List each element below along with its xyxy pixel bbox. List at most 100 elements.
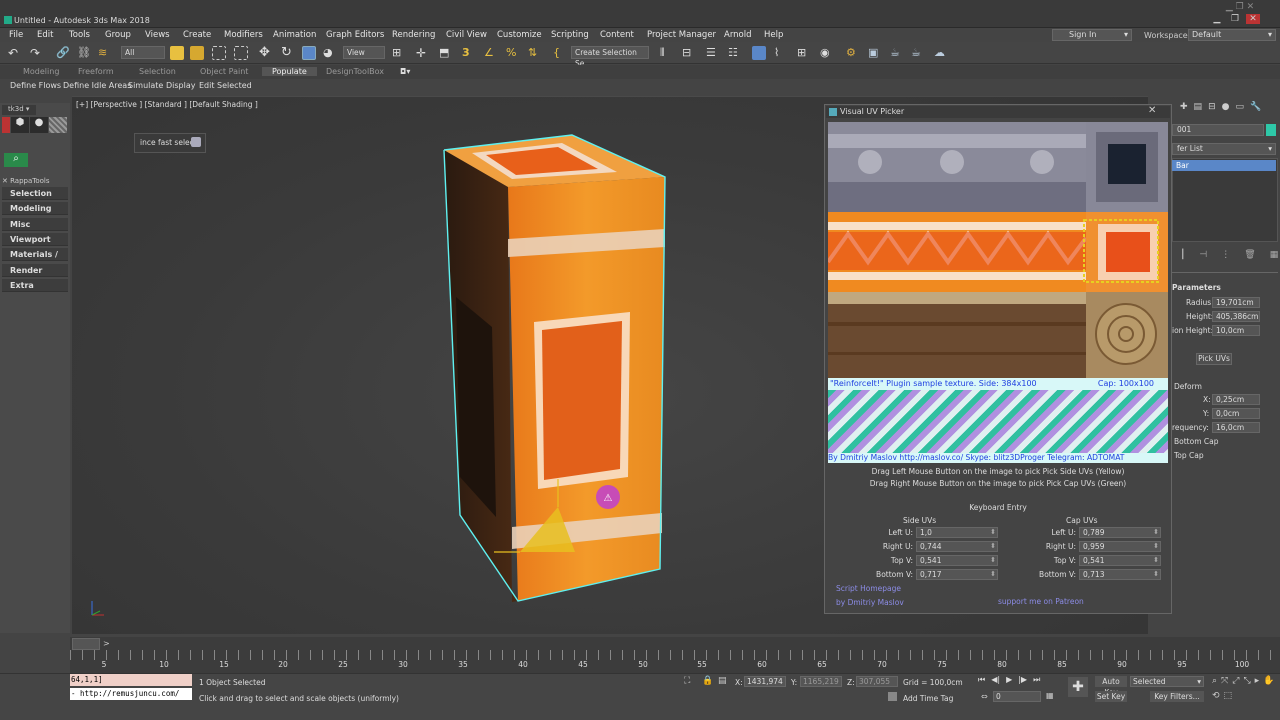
spinner-snap-icon[interactable]: ⇅ — [528, 46, 542, 60]
tab-modeling[interactable]: Modeling — [23, 67, 59, 76]
pick-uvs-button[interactable]: Pick UVs — [1196, 353, 1232, 365]
hierarchy-tab-icon[interactable]: ⊟ — [1208, 102, 1216, 116]
object-name-field[interactable]: 001 — [1172, 124, 1264, 136]
menu-group[interactable]: Group — [105, 30, 131, 40]
select-object-icon[interactable] — [170, 46, 184, 60]
y-coord-field[interactable]: 1165,219 — [800, 676, 842, 687]
script-homepage-link[interactable]: Script Homepage — [836, 584, 901, 593]
add-time-tag-button[interactable]: Add Time Tag — [903, 694, 953, 703]
create-tab-icon[interactable]: ✚ — [1180, 102, 1188, 116]
absolute-mode-icon[interactable]: ▤ — [718, 676, 727, 686]
select-manipulate-icon[interactable]: ✛ — [416, 46, 430, 60]
key-filters-button[interactable]: Key Filters... — [1150, 691, 1204, 702]
schematic-view-icon[interactable]: ⊞ — [797, 46, 811, 60]
object-color-swatch[interactable] — [1266, 124, 1276, 136]
fov-icon[interactable]: ▸ — [1255, 676, 1260, 687]
ribbon-edit-selected[interactable]: Edit Selected — [199, 81, 252, 90]
toggle-scene-explorer-icon[interactable]: ☰ — [706, 46, 720, 60]
modifier-list-dropdown[interactable]: fer List ▾ — [1172, 143, 1276, 155]
author-link[interactable]: by Dmitriy Maslov — [836, 598, 904, 607]
rect-selection-icon[interactable] — [212, 46, 226, 60]
sphere-tool-icon[interactable]: ● — [30, 117, 48, 133]
pin-stack-icon[interactable]: ┃ — [1180, 250, 1185, 262]
ribbon-simulate[interactable]: Simulate — [128, 81, 163, 90]
current-frame-field[interactable]: 0 — [993, 691, 1041, 702]
unlink-icon[interactable]: ⛓ — [77, 46, 91, 60]
prev-frame-icon[interactable]: ◀| — [991, 675, 1000, 687]
menu-file[interactable]: File — [9, 30, 23, 40]
next-frame-icon[interactable]: |▶ — [1018, 675, 1027, 687]
edit-named-selection-icon[interactable]: { — [553, 46, 567, 60]
undo-icon[interactable]: ↶ — [8, 46, 22, 60]
zoom-icon[interactable]: ⌕ — [1212, 676, 1217, 687]
set-key-button[interactable]: Set Key — [1095, 691, 1127, 702]
ribbon-define-idle-areas[interactable]: Define Idle Areas — [63, 81, 131, 90]
red-tool-icon[interactable] — [2, 117, 10, 133]
zoom-extents-icon[interactable]: ⤢ — [1232, 676, 1239, 687]
bind-space-warp-icon[interactable]: ≋ — [98, 46, 112, 60]
checker-tool-icon[interactable] — [49, 117, 67, 133]
deform-x-field[interactable]: 0,25cm — [1212, 394, 1260, 405]
ribbon-options-icon[interactable]: ◘▾ — [400, 67, 410, 76]
tab-populate[interactable]: Populate — [262, 67, 317, 76]
tk3d-tab[interactable]: tk3d ▾ — [2, 105, 36, 115]
ribbon-display[interactable]: Display — [166, 81, 196, 90]
move-icon[interactable]: ✥ — [259, 46, 273, 60]
frequency-field[interactable]: 16,0cm — [1212, 422, 1260, 433]
make-unique-icon[interactable]: ⋮ — [1221, 250, 1230, 262]
left-item-misc[interactable]: Misc — [2, 218, 68, 231]
parameters-rollout-header[interactable]: Parameters — [1172, 283, 1221, 292]
render-iterative-icon[interactable]: ☕ — [911, 46, 925, 60]
menu-civil-view[interactable]: Civil View — [446, 30, 487, 40]
patreon-link[interactable]: support me on Patreon — [998, 597, 1084, 606]
menu-content[interactable]: Content — [600, 30, 634, 40]
menu-project-manager[interactable]: Project Manager — [647, 30, 716, 40]
cap-right-u-field[interactable]: 0,959 — [1079, 541, 1161, 552]
close-icon[interactable]: ✕ — [1246, 14, 1260, 24]
curve-editor-icon[interactable]: ⌇ — [774, 46, 788, 60]
named-selection-dropdown[interactable]: Create Selection Se — [571, 46, 649, 68]
cap-top-v-field[interactable]: 0,541 — [1079, 555, 1161, 566]
go-to-start-icon[interactable]: ⏮ — [978, 675, 985, 687]
menu-tools[interactable]: Tools — [69, 30, 90, 40]
viewport-label[interactable]: [+] [Perspective ] [Standard ] [Default … — [76, 100, 258, 109]
angle-snap-icon[interactable]: ∠ — [484, 46, 498, 60]
maxscript-listener-line[interactable]: 64,1,1] — [70, 674, 192, 686]
search-icon[interactable]: ⌕ — [4, 153, 28, 167]
menu-customize[interactable]: Customize — [497, 30, 542, 40]
left-item-extra[interactable]: Extra — [2, 279, 68, 292]
z-coord-field[interactable]: 307,055 — [856, 676, 898, 687]
percent-snap-icon[interactable]: % — [506, 46, 520, 60]
left-item-materials[interactable]: Materials / Wir — [2, 248, 68, 272]
left-item-viewport[interactable]: Viewport — [2, 233, 68, 246]
sign-in-button[interactable]: Sign In ▾ — [1052, 29, 1132, 41]
menu-modifiers[interactable]: Modifiers — [224, 30, 263, 40]
left-item-modeling[interactable]: Modeling — [2, 202, 68, 215]
side-right-u-field[interactable]: 0,744 — [916, 541, 998, 552]
menu-scripting[interactable]: Scripting — [551, 30, 589, 40]
menu-help[interactable]: Help — [764, 30, 783, 40]
timeline-ticks[interactable] — [70, 650, 1280, 660]
cube-tool-icon[interactable]: ⬢ — [11, 117, 29, 133]
zoom-all-icon[interactable]: ⤧ — [1221, 676, 1228, 687]
align-icon[interactable]: ⊟ — [682, 46, 696, 60]
rotate-icon[interactable]: ↻ — [281, 46, 295, 60]
maximize-viewport-icon[interactable]: ⬚ — [1224, 691, 1233, 702]
configure-sets-icon[interactable]: ▦ — [1270, 250, 1279, 262]
keyboard-shortcut-icon[interactable]: ⬒ — [439, 46, 453, 60]
lock-icon[interactable]: 🔒 — [702, 676, 713, 686]
side-bottom-v-field[interactable]: 0,717 — [916, 569, 998, 580]
menu-graph-editors[interactable]: Graph Editors — [326, 30, 384, 40]
deform-y-field[interactable]: 0,0cm — [1212, 408, 1260, 419]
utilities-tab-icon[interactable]: 🔧 — [1250, 102, 1261, 116]
left-item-selection[interactable]: Selection — [2, 187, 68, 200]
pan-icon[interactable]: ✋ — [1263, 676, 1274, 687]
toggle-ribbon-icon[interactable] — [752, 46, 766, 60]
orbit-icon[interactable]: ⟲ — [1212, 691, 1220, 702]
left-item-render[interactable]: Render — [2, 264, 68, 277]
side-left-u-field[interactable]: 1,0 — [916, 527, 998, 538]
menu-rendering[interactable]: Rendering — [392, 30, 435, 40]
time-config-icon-2[interactable]: ▦ — [1046, 691, 1054, 700]
tab-selection[interactable]: Selection — [139, 67, 176, 76]
close-icon[interactable]: ✕ — [1148, 105, 1156, 116]
